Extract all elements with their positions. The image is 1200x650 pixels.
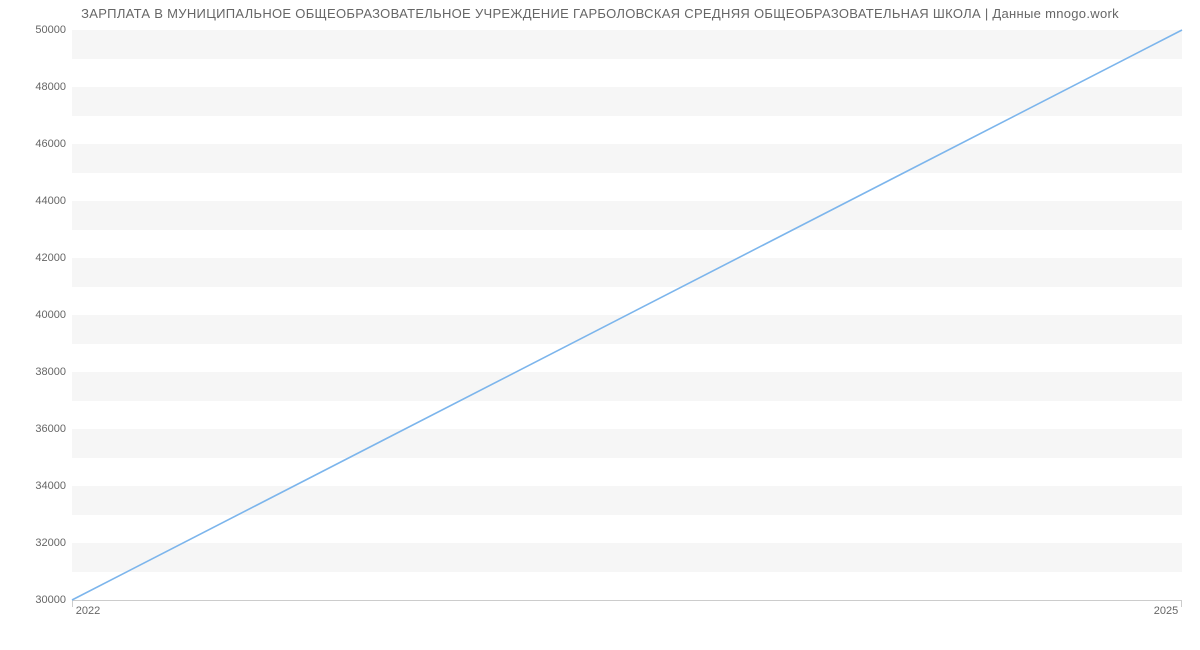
y-tick-label: 48000 [6,81,66,93]
y-tick-label: 30000 [6,594,66,606]
x-tick-mark [1181,600,1182,607]
y-tick-label: 46000 [6,138,66,150]
y-tick-label: 34000 [6,480,66,492]
x-tick-label: 2022 [76,605,100,617]
y-tick-label: 42000 [6,252,66,264]
y-tick-label: 50000 [6,24,66,36]
x-tick-mark [72,600,73,607]
y-tick-label: 38000 [6,366,66,378]
y-tick-label: 44000 [6,195,66,207]
chart-title: ЗАРПЛАТА В МУНИЦИПАЛЬНОЕ ОБЩЕОБРАЗОВАТЕЛ… [0,6,1200,21]
y-tick-label: 32000 [6,537,66,549]
x-axis-line [72,600,1182,601]
y-tick-label: 36000 [6,423,66,435]
x-tick-label: 2025 [1154,605,1178,617]
y-tick-label: 40000 [6,309,66,321]
data-line [72,30,1182,600]
